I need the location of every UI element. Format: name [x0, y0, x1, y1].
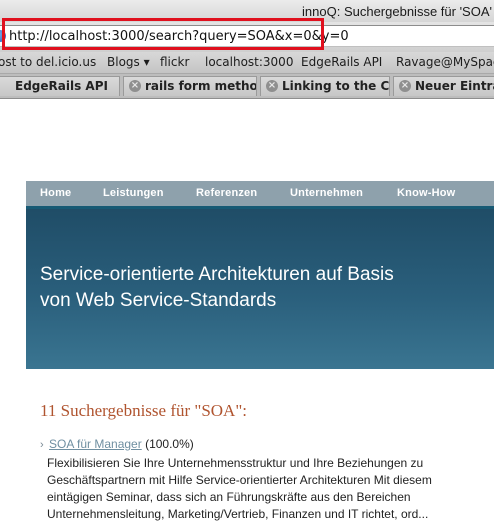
banner-headline-line-2: von Web Service-Standards: [40, 290, 277, 311]
tab-label: Neuer Eintrag: [415, 79, 494, 93]
bookmark-ravage-myspace[interactable]: Ravage@MySpace: [396, 55, 494, 69]
search-result: › SOA für Manager (100.0%) Flexibilisier…: [40, 437, 494, 521]
hero-banner: Service-orientierte Architekturen auf Ba…: [26, 206, 494, 369]
tab-strip: EdgeRails API × rails form metho... × Li…: [0, 74, 494, 99]
close-icon[interactable]: ×: [266, 80, 278, 92]
tab-label: rails form metho...: [145, 79, 257, 93]
address-bar-row: http://localhost:3000/search?query=SOA&x…: [0, 18, 494, 52]
banner-headline-line-1: Service-orientierte Architekturen auf Ba…: [40, 264, 394, 285]
tab-neuer-eintrag[interactable]: × Neuer Eintrag: [393, 76, 494, 96]
result-description-line: Unternehmensleitung, Marketing/Vertrieb,…: [47, 507, 429, 521]
nav-know-how[interactable]: Know-How: [397, 187, 455, 199]
result-link[interactable]: SOA für Manager: [49, 437, 142, 451]
nav-referenzen[interactable]: Referenzen: [196, 187, 257, 199]
bookmark-blogs[interactable]: Blogs ▾: [107, 55, 150, 69]
result-description-line: Flexibilisieren Sie Ihre Unternehmensstr…: [47, 456, 424, 470]
result-description-line: eintägigen Seminar, dass sich an Führung…: [47, 490, 411, 504]
close-icon[interactable]: ×: [399, 80, 411, 92]
bookmark-localhost[interactable]: localhost:3000: [205, 55, 293, 69]
url-highlight-box: [2, 18, 324, 50]
bookmark-edgerails-api[interactable]: EdgeRails API: [301, 55, 382, 69]
nav-home[interactable]: Home: [40, 187, 71, 199]
result-score: (100.0%): [145, 437, 194, 451]
bookmark-delicious[interactable]: ost to del.icio.us: [0, 55, 96, 69]
tab-rails-form[interactable]: × rails form metho...: [123, 76, 257, 96]
window-title: innoQ: Suchergebnisse für 'SOA': [302, 4, 492, 19]
results-title: 11 Suchergebnisse für "SOA":: [40, 401, 247, 420]
tab-linking[interactable]: × Linking to the C...: [260, 76, 390, 96]
result-description-line: Geschäftspartnern mit Hilfe Service-orie…: [47, 473, 432, 487]
bullet-arrow-icon: ›: [40, 439, 44, 451]
close-icon[interactable]: ×: [129, 80, 141, 92]
result-description: Flexibilisieren Sie Ihre Unternehmensstr…: [47, 455, 494, 523]
tab-label: EdgeRails API: [15, 79, 108, 93]
nav-unternehmen[interactable]: Unternehmen: [290, 187, 363, 199]
site-navigation: Home Leistungen Referenzen Unternehmen K…: [26, 181, 494, 206]
tab-edgerails-api[interactable]: EdgeRails API: [0, 76, 120, 96]
result-header: › SOA für Manager (100.0%): [40, 437, 494, 454]
tab-label: Linking to the C...: [282, 79, 390, 93]
bookmarks-bar: ost to del.icio.us Blogs ▾ flickr localh…: [0, 52, 494, 74]
bookmark-flickr[interactable]: flickr: [160, 55, 189, 69]
nav-leistungen[interactable]: Leistungen: [103, 187, 164, 199]
